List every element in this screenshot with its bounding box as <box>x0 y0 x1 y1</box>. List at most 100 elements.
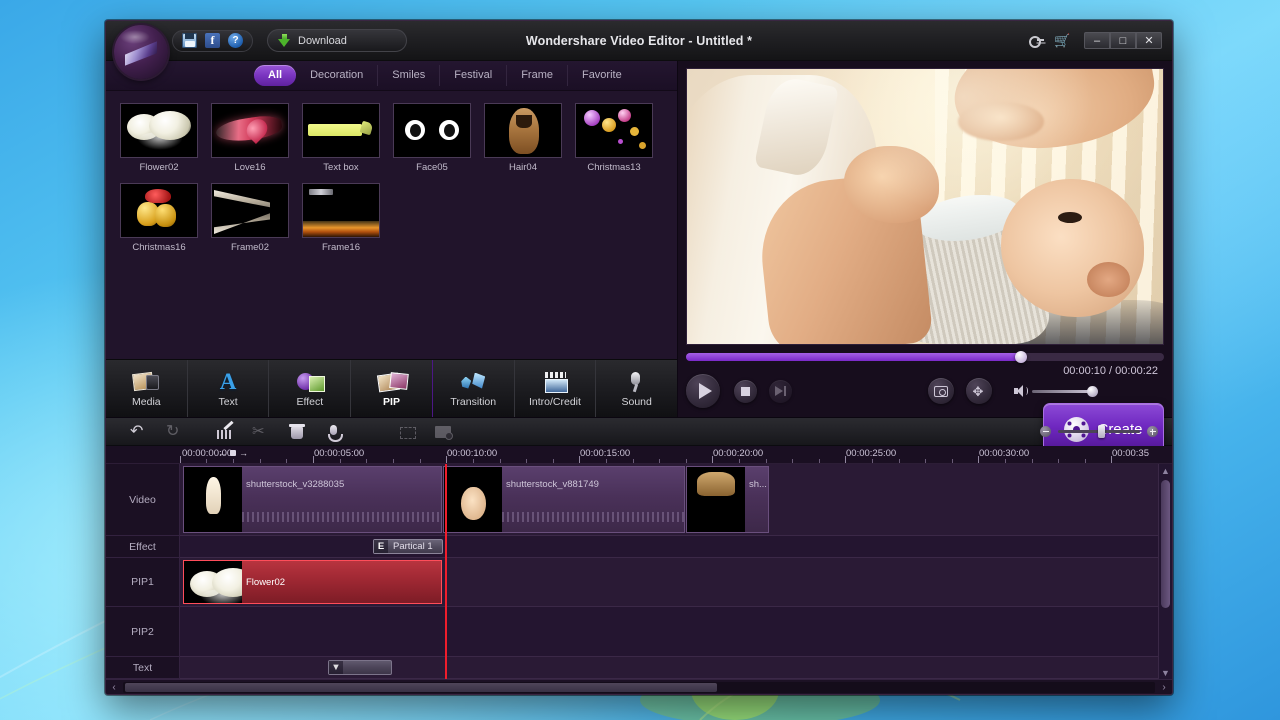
category-tabs: All Decoration Smiles Festival Frame Fav… <box>106 61 677 91</box>
tab-pip[interactable]: PIP <box>351 360 433 417</box>
library-item[interactable]: Christmas13 <box>575 103 653 173</box>
upper-panels: All Decoration Smiles Festival Frame Fav… <box>106 61 1172 455</box>
volume-knob[interactable] <box>1087 385 1098 397</box>
volume-icon[interactable] <box>1014 385 1028 397</box>
track-header-pip2[interactable]: PIP2 <box>106 607 179 657</box>
ruler-nav-arrows[interactable]: ← → <box>218 448 248 458</box>
vertical-scroll-thumb[interactable] <box>1161 480 1170 608</box>
play-button[interactable] <box>686 374 720 408</box>
library-item[interactable]: Hair04 <box>484 103 562 173</box>
category-tab-all[interactable]: All <box>254 65 297 86</box>
video-preview[interactable] <box>686 68 1164 345</box>
clip-label: shutterstock_v3288035 <box>246 479 345 490</box>
fullscreen-button[interactable]: ✥ <box>966 378 992 404</box>
lane-pip1[interactable]: Flower02 <box>180 558 1172 607</box>
ruler-label: 00:00:20:00 <box>713 448 764 459</box>
zoom-knob[interactable] <box>1098 425 1105 438</box>
step-forward-button[interactable] <box>769 379 792 403</box>
category-tab-smiles[interactable]: Smiles <box>378 65 441 86</box>
effect-clip[interactable]: E Partical 1 <box>373 539 443 554</box>
track-header-text[interactable]: Text <box>106 657 179 679</box>
undo-icon[interactable]: ↶ <box>130 423 148 441</box>
library-item[interactable]: Text box <box>302 103 380 173</box>
library-item[interactable]: Frame16 <box>302 183 380 253</box>
effect-thumbnail-grid: Flower02 Love16 Text box Face05 Hair04 C… <box>106 91 677 359</box>
video-clip[interactable]: shutterstock_v3288035 <box>183 466 442 533</box>
crop-icon[interactable] <box>400 427 416 439</box>
zoom-slider[interactable] <box>1058 425 1140 438</box>
nav-left-icon[interactable]: ← <box>218 448 227 458</box>
edit-icon[interactable] <box>216 423 234 441</box>
quick-actions-group: f ? <box>172 29 253 52</box>
help-button[interactable]: ? <box>227 32 244 49</box>
playback-progress-slider[interactable] <box>686 351 1164 363</box>
category-tab-favorite[interactable]: Favorite <box>568 65 636 86</box>
tab-text[interactable]: A Text <box>188 360 270 417</box>
window-icon[interactable] <box>434 423 453 441</box>
snapshot-button[interactable] <box>928 378 954 404</box>
text-icon: A <box>219 368 237 394</box>
tab-transition[interactable]: Transition <box>433 360 515 417</box>
text-box-thumbnail-icon <box>302 103 380 158</box>
category-tab-frame[interactable]: Frame <box>507 65 568 86</box>
tab-effect[interactable]: Effect <box>269 360 352 417</box>
redo-icon[interactable]: ↻ <box>166 423 184 441</box>
horizontal-scroll-thumb[interactable] <box>125 683 717 692</box>
lane-text[interactable]: ▼ <box>180 657 1172 679</box>
zoom-out-button[interactable] <box>1040 426 1051 437</box>
save-button[interactable] <box>181 32 198 49</box>
minimize-button[interactable]: – <box>1084 32 1110 49</box>
trash-icon[interactable] <box>288 423 306 441</box>
scroll-up-icon[interactable]: ▲ <box>1159 464 1172 477</box>
download-button[interactable]: Download <box>267 29 407 52</box>
nav-right-icon[interactable]: → <box>239 448 248 458</box>
text-clip[interactable]: ▼ <box>328 660 392 675</box>
scroll-down-icon[interactable]: ▼ <box>1159 666 1172 679</box>
help-icon: ? <box>228 33 243 48</box>
nav-marker-icon[interactable] <box>230 450 236 456</box>
pip-clip[interactable]: Flower02 <box>183 560 442 604</box>
library-item-label: Christmas16 <box>132 242 186 253</box>
track-lanes[interactable]: shutterstock_v3288035 shutterstock_v8817… <box>180 464 1172 679</box>
preview-frame-image <box>687 69 1163 344</box>
timeline-vertical-scrollbar[interactable]: ▲ ▼ <box>1158 464 1172 679</box>
library-item[interactable]: Frame02 <box>211 183 289 253</box>
close-button[interactable]: ✕ <box>1136 32 1162 49</box>
cart-icon[interactable]: 🛒 <box>1054 34 1070 47</box>
library-item[interactable]: Christmas16 <box>120 183 198 253</box>
tab-sound[interactable]: Sound <box>596 360 677 417</box>
track-header-video[interactable]: Video <box>106 464 179 536</box>
scroll-right-icon[interactable]: › <box>1156 682 1172 693</box>
microphone-icon[interactable] <box>324 423 343 442</box>
library-item[interactable]: Love16 <box>211 103 289 173</box>
sound-icon <box>623 370 651 394</box>
lane-video[interactable]: shutterstock_v3288035 shutterstock_v8817… <box>180 464 1172 536</box>
video-clip[interactable]: sh... <box>686 466 769 533</box>
library-item[interactable]: Flower02 <box>120 103 198 173</box>
lane-effect[interactable]: E Partical 1 <box>180 536 1172 558</box>
scroll-left-icon[interactable]: ‹ <box>106 682 122 693</box>
preview-panel: ✥ 00:00:10 / 00:00:22 Create <box>678 61 1172 455</box>
track-header-effect[interactable]: Effect <box>106 536 179 558</box>
track-header-pip1[interactable]: PIP1 <box>106 558 179 607</box>
volume-slider[interactable] <box>1032 385 1098 397</box>
clip-thumbnail-icon <box>444 467 502 532</box>
video-clip[interactable]: shutterstock_v881749 <box>443 466 685 533</box>
tab-intro-credit[interactable]: Intro/Credit <box>515 360 597 417</box>
tab-label: PIP <box>383 395 400 408</box>
horizontal-scroll-track[interactable] <box>123 682 1155 693</box>
register-key-icon[interactable] <box>1029 34 1044 48</box>
scissors-icon[interactable]: ✂ <box>252 423 270 441</box>
lane-pip2[interactable] <box>180 607 1172 657</box>
maximize-button[interactable]: □ <box>1110 32 1136 49</box>
library-item[interactable]: Face05 <box>393 103 471 173</box>
tab-media[interactable]: Media <box>106 360 188 417</box>
category-tab-decoration[interactable]: Decoration <box>296 65 379 86</box>
category-tab-festival[interactable]: Festival <box>440 65 508 86</box>
media-icon <box>132 370 160 394</box>
timeline-horizontal-scrollbar[interactable]: ‹ › <box>106 679 1172 694</box>
timeline-ruler[interactable]: 00:00:00:00 00:00:05:00 00:00:10:00 00:0… <box>106 446 1172 464</box>
facebook-share-button[interactable]: f <box>204 32 221 49</box>
zoom-in-button[interactable] <box>1147 426 1158 437</box>
stop-button[interactable] <box>734 379 757 403</box>
